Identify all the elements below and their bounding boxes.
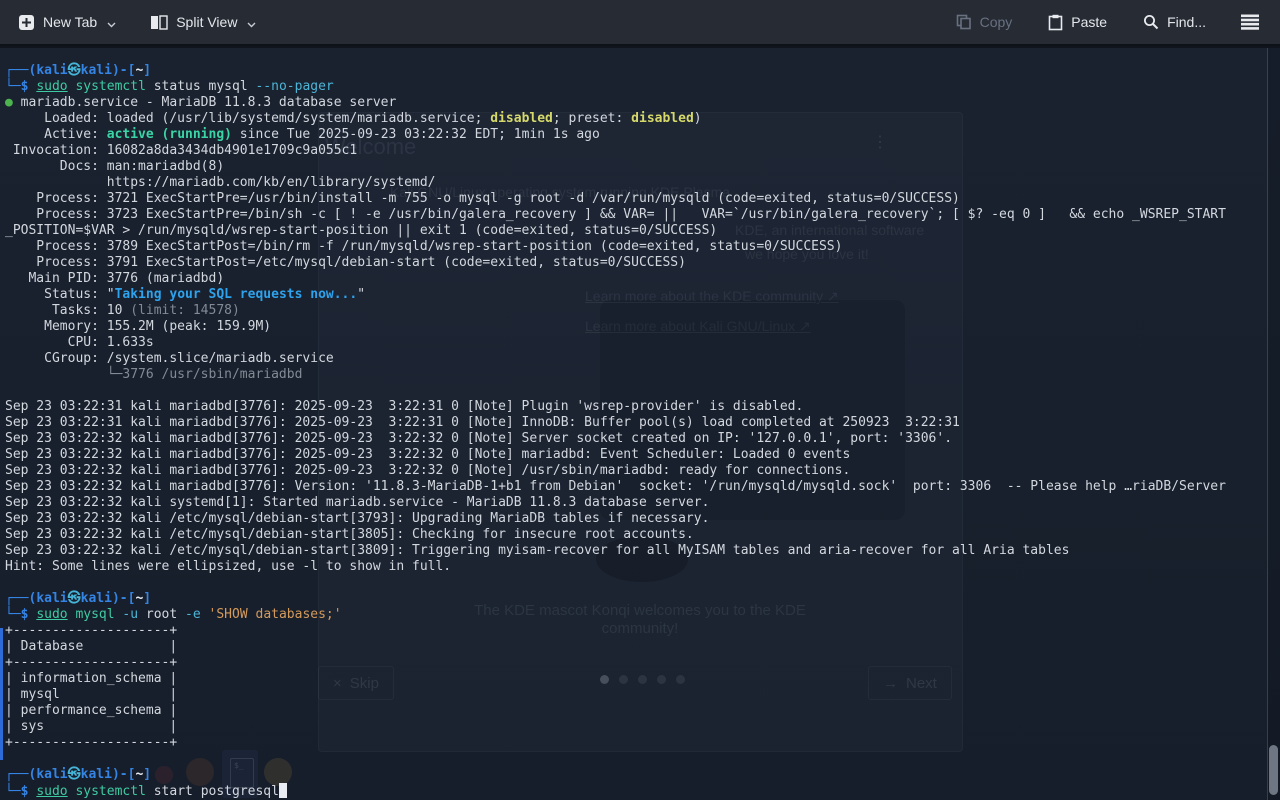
hamburger-menu-icon [1240,14,1260,30]
split-view-button[interactable]: Split View [140,8,266,36]
new-tab-label: New Tab [43,14,98,30]
output-indicator [0,628,3,760]
find-label: Find... [1167,14,1206,30]
terminal-line: +--------------------+ [5,735,178,750]
terminal-line: | mysql | [5,687,178,702]
terminal-line: Sep 23 03:22:31 kali mariadbd[3776]: 202… [5,415,960,430]
terminal-line: Loaded: loaded (/usr/lib/systemd/system/… [5,111,702,126]
terminal-line: | sys | [5,719,178,734]
text-cursor [278,783,287,798]
terminal-line: Sep 23 03:22:32 kali systemd[1]: Started… [5,495,710,510]
paste-icon [1048,14,1063,31]
copy-icon [956,14,972,30]
terminal-line: Process: 3789 ExecStartPost=/bin/rm -f /… [5,239,843,254]
terminal-line: Sep 23 03:22:32 kali mariadbd[3776]: 202… [5,447,851,462]
terminal-line: CGroup: /system.slice/mariadb.service [5,351,334,366]
terminal-line: _POSITION=$VAR > /run/mysqld/wsrep-start… [5,223,718,238]
terminal-line: Sep 23 03:22:32 kali /etc/mysql/debian-s… [5,543,1070,558]
scrollbar-thumb[interactable] [1269,745,1278,795]
terminal-line: Status: "Taking your SQL requests now...… [5,287,366,302]
terminal-line: ┌──(kali㉿kali)-[~] [5,767,152,782]
terminal-line: Process: 3723 ExecStartPre=/bin/sh -c [ … [5,207,1226,222]
terminal-line: Sep 23 03:22:32 kali mariadbd[3776]: Ver… [5,479,1226,494]
terminal-line: Docs: man:mariadbd(8) [5,159,225,174]
terminal-line: Process: 3721 ExecStartPre=/usr/bin/inst… [5,191,960,206]
terminal-line: Sep 23 03:22:32 kali /etc/mysql/debian-s… [5,527,694,542]
terminal-line: Sep 23 03:22:32 kali mariadbd[3776]: 202… [5,463,851,478]
terminal-line: +--------------------+ [5,623,178,638]
copy-label: Copy [979,14,1013,30]
chevron-down-icon[interactable] [247,22,256,28]
terminal-line: Memory: 155.2M (peak: 159.9M) [5,319,272,334]
split-view-label: Split View [176,14,238,30]
split-view-icon [150,14,168,30]
terminal-line: ● mariadb.service - MariaDB 11.8.3 datab… [5,95,397,110]
terminal-line: Sep 23 03:22:32 kali /etc/mysql/debian-s… [5,511,710,526]
terminal-line: └─$ sudo systemctl start postgresql [5,783,1226,799]
terminal-line: ┌──(kali㉿kali)-[~] [5,63,152,78]
new-tab-button[interactable]: New Tab [8,8,126,37]
terminal-line: https://mariadb.com/kb/en/library/system… [5,175,436,190]
terminal-line: Hint: Some lines were ellipsized, use -l… [5,559,452,574]
terminal-line: Tasks: 10 (limit: 14578) [5,303,240,318]
toolbar: New Tab Split View Copy Paste Find... [0,0,1280,46]
terminal-line: Active: active (running) since Tue 2025-… [5,127,600,142]
copy-button[interactable]: Copy [946,8,1023,36]
terminal-line: Invocation: 16082a8da3434db4901e1709c9a0… [5,143,358,158]
terminal-line: └─3776 /usr/sbin/mariadbd [5,367,303,382]
chevron-down-icon[interactable] [107,22,116,28]
terminal-line: Sep 23 03:22:32 kali mariadbd[3776]: 202… [5,431,953,446]
menu-button[interactable] [1230,8,1270,36]
terminal-output: ┌──(kali㉿kali)-[~] └─$ sudo systemctl sta… [5,63,1226,799]
paste-label: Paste [1071,14,1108,30]
paste-button[interactable]: Paste [1038,8,1117,37]
find-button[interactable]: Find... [1133,8,1216,36]
terminal-line: | Database | [5,639,178,654]
terminal-line: Sep 23 03:22:31 kali mariadbd[3776]: 202… [5,399,804,414]
terminal-line: | information_schema | [5,671,178,686]
terminal-line: ┌──(kali㉿kali)-[~] [5,591,152,606]
terminal-line: | performance_schema | [5,703,178,718]
terminal-line: Process: 3791 ExecStartPost=/etc/mysql/d… [5,255,686,270]
terminal-line: └─$ sudo mysql -u root -e 'SHOW database… [5,607,342,622]
scrollbar-track[interactable] [1267,48,1280,800]
terminal-line: └─$ sudo systemctl status mysql --no-pag… [5,79,334,94]
search-icon [1143,14,1159,30]
konsole-window: New Tab Split View Copy Paste Find... We… [0,0,1280,800]
terminal-viewport[interactable]: Welcome ⋮ Kali GNU/Linux operating syste… [0,48,1280,800]
new-tab-icon [18,14,35,31]
terminal-line: Main PID: 3776 (mariadbd) [5,271,225,286]
terminal-line: +--------------------+ [5,655,178,670]
terminal-line: CPU: 1.633s [5,335,154,350]
